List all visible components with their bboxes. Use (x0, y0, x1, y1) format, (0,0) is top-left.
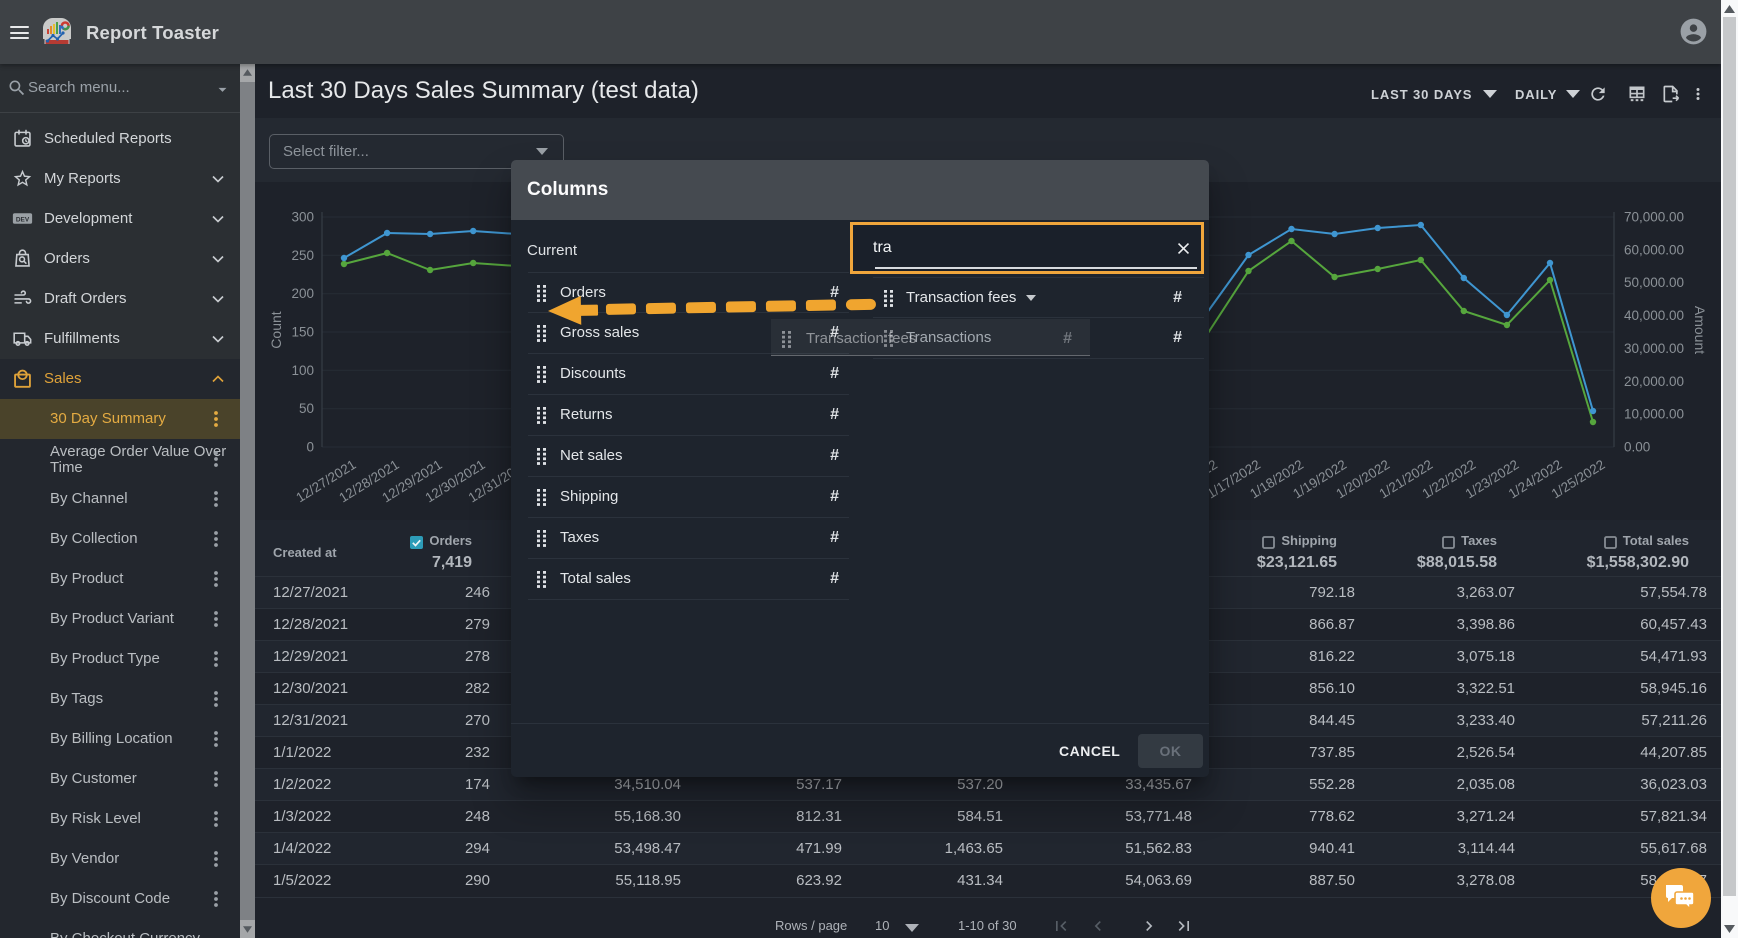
svg-text:70,000.00: 70,000.00 (1624, 210, 1684, 225)
svg-text:300: 300 (291, 210, 314, 225)
svg-text:10,000.00: 10,000.00 (1624, 407, 1684, 422)
svg-text:150: 150 (291, 325, 314, 340)
svg-text:50: 50 (299, 401, 314, 416)
svg-text:0.00: 0.00 (1624, 440, 1650, 455)
svg-text:0: 0 (306, 440, 314, 455)
svg-text:60,000.00: 60,000.00 (1624, 242, 1684, 257)
svg-text:250: 250 (291, 248, 314, 263)
svg-text:DEV: DEV (16, 216, 30, 223)
svg-text:100: 100 (291, 363, 314, 378)
svg-text:30,000.00: 30,000.00 (1624, 341, 1684, 356)
svg-text:40,000.00: 40,000.00 (1624, 308, 1684, 323)
svg-text:20,000.00: 20,000.00 (1624, 374, 1684, 389)
svg-text:Amount: Amount (1692, 306, 1708, 354)
svg-text:50,000.00: 50,000.00 (1624, 275, 1684, 290)
svg-text:Count: Count (268, 311, 284, 348)
svg-text:200: 200 (291, 286, 314, 301)
